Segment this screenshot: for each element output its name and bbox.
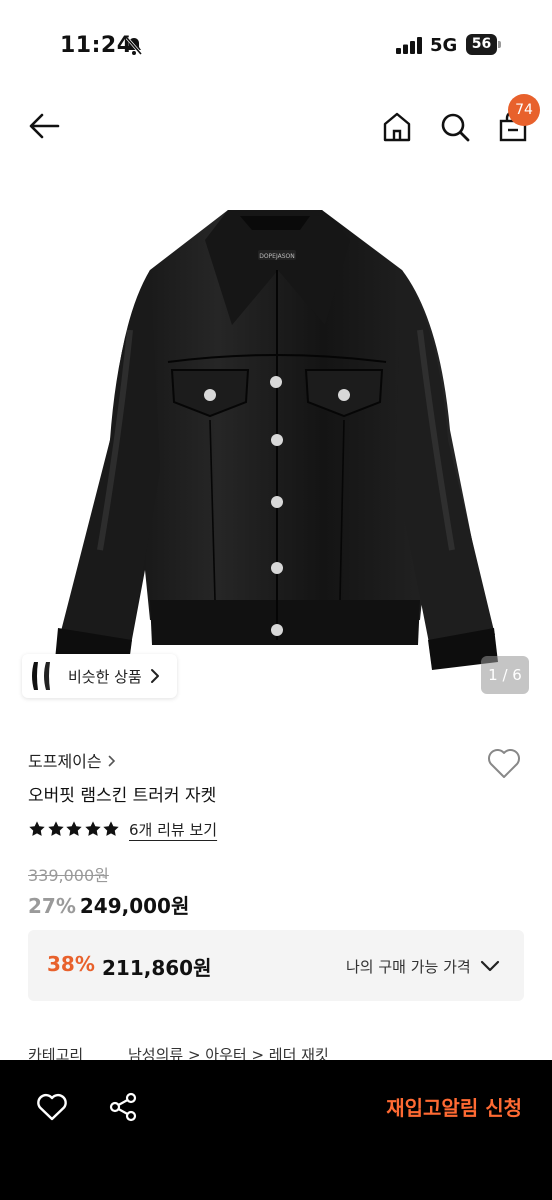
status-bar: 11:24 5G 56 [0,0,552,90]
image-pager: 1 / 6 [481,656,529,694]
star-icon [29,821,45,837]
price-row: 27% 249,000원 [28,890,189,919]
original-price: 339,000원 [28,866,109,885]
star-icon [47,821,64,837]
svg-text:DOPEJASON: DOPEJASON [259,253,295,260]
status-time: 11:24 [60,33,133,58]
network-label: 5G [430,35,458,56]
brand-link[interactable]: 도프제이슨 [28,748,116,771]
battery-level: 56 [466,34,497,55]
chevron-right-icon [108,755,115,767]
chevron-down-icon [480,960,500,972]
product-title: 오버핏 램스킨 트러커 자켓 [28,786,217,806]
restock-alert-button[interactable]: 재입고알림 신청 [322,1088,522,1128]
battery-cap [498,41,501,48]
share-icon[interactable] [108,1092,138,1122]
chevron-right-icon [151,669,159,683]
similar-product-thumbnail [32,662,50,690]
sale-price: 249,000원 [79,894,190,918]
signal-icon [396,37,422,54]
best-price-dropdown[interactable]: 38% 211,860원 나의 구매 가능 가격 [28,930,524,1001]
top-nav [0,90,552,162]
home-icon[interactable] [380,110,414,144]
star-icon [84,821,101,837]
back-arrow-icon[interactable] [24,108,64,144]
best-price-label: 나의 구매 가능 가격 [346,958,471,976]
brand-name: 도프제이슨 [28,752,102,771]
heart-icon[interactable] [486,746,522,780]
star-icon [103,821,119,837]
best-price: 211,860원 [102,956,212,980]
discount-rate: 27% [28,894,76,918]
search-icon[interactable] [438,110,472,144]
cart-count-badge: 74 [508,94,540,126]
bell-slash-icon [125,37,143,55]
bottom-action-bar: 재입고알림 신청 [0,1060,552,1200]
best-discount-rate: 38% [47,952,95,976]
reviews-link[interactable]: 6개 리뷰 보기 [129,819,217,840]
battery-icon: 56 [466,34,501,55]
similar-products-label: 비슷한 상품 [68,668,142,686]
heart-icon[interactable] [36,1092,68,1122]
star-rating [28,819,121,839]
product-image[interactable]: DOPEJASON [0,170,552,710]
star-icon [66,821,82,837]
rating-row: 6개 리뷰 보기 [28,818,217,840]
similar-products-button[interactable]: 비슷한 상품 [22,654,177,698]
